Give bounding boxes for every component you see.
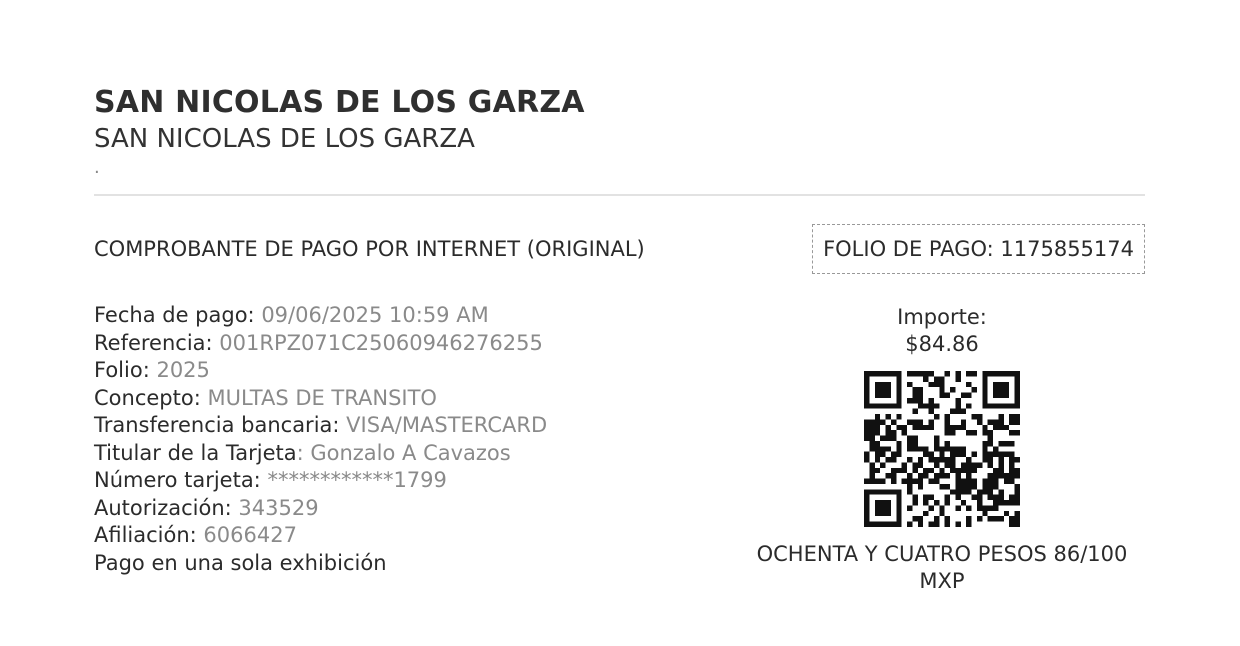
detail-label: Transferencia bancaria: [94,413,347,437]
amount-panel: Importe: $84.86 OCHENTA Y CUATRO PESOS 8… [739,304,1145,595]
detail-label: Folio: [94,358,157,382]
detail-row-referencia: Referencia: 001RPZ071C25060946276255 [94,330,547,358]
detail-label: Número tarjeta: [94,468,268,492]
folio-box: FOLIO DE PAGO: 1175855174 [812,224,1145,274]
detail-value: : Gonzalo A Cavazos [296,440,511,465]
detail-row-autorizacion: Autorización: 343529 [94,495,547,523]
detail-label: Referencia: [94,330,220,355]
folio-value: 1175855174 [1000,237,1134,261]
detail-label: Afiliación: [94,523,204,547]
detail-label: Fecha de pago: [94,303,262,327]
detail-row-titular: Titular de la Tarjeta: Gonzalo A Cavazos [94,440,547,468]
detail-value: MULTAS DE TRANSITO [207,385,437,410]
header-divider [94,194,1145,196]
detail-row-numero-tarjeta: Número tarjeta: ************1799 [94,467,547,495]
detail-row-folio: Folio: 2025 [94,357,547,385]
amount-words-line2: MXP [919,569,965,593]
detail-value: 6066427 [203,523,297,547]
receipt-title: COMPROBANTE DE PAGO POR INTERNET (ORIGIN… [94,237,645,261]
detail-row-exhibicion: Pago en una sola exhibición [94,550,547,578]
payment-details: Fecha de pago: 09/06/2025 10:59 AM Refer… [94,302,547,577]
detail-label: Autorización: [94,495,239,520]
detail-value: VISA/MASTERCARD [346,413,548,437]
qr-code-icon [864,371,1020,527]
detail-row-afiliacion: Afiliación: 6066427 [94,522,547,550]
detail-value: 09/06/2025 10:59 AM [261,303,489,327]
page-title: SAN NICOLAS DE LOS GARZA [94,85,585,120]
detail-value: ************1799 [267,468,447,492]
amount-words-line1: OCHENTA Y CUATRO PESOS 86/100 [756,542,1128,566]
folio-label: FOLIO DE PAGO: [823,237,1001,261]
receipt-page: SAN NICOLAS DE LOS GARZA SAN NICOLAS DE … [94,84,1145,593]
receipt-header-row: COMPROBANTE DE PAGO POR INTERNET (ORIGIN… [94,224,1145,274]
detail-label: Concepto: [94,385,208,410]
detail-label: Titular de la Tarjeta [94,440,297,465]
detail-row-transferencia: Transferencia bancaria: VISA/MASTERCARD [94,412,547,440]
detail-label: Pago en una sola exhibición [94,550,387,575]
detail-value: 001RPZ071C25060946276255 [219,330,543,355]
amount-label: Importe: [897,305,987,329]
page-subtitle: SAN NICOLAS DE LOS GARZA [94,124,475,154]
detail-value: 343529 [238,495,319,520]
detail-row-fecha: Fecha de pago: 09/06/2025 10:59 AM [94,302,547,330]
subtitle-dot: . [94,157,100,178]
detail-value: 2025 [156,358,210,382]
detail-row-concepto: Concepto: MULTAS DE TRANSITO [94,385,547,413]
amount-value: $84.86 [905,332,979,356]
